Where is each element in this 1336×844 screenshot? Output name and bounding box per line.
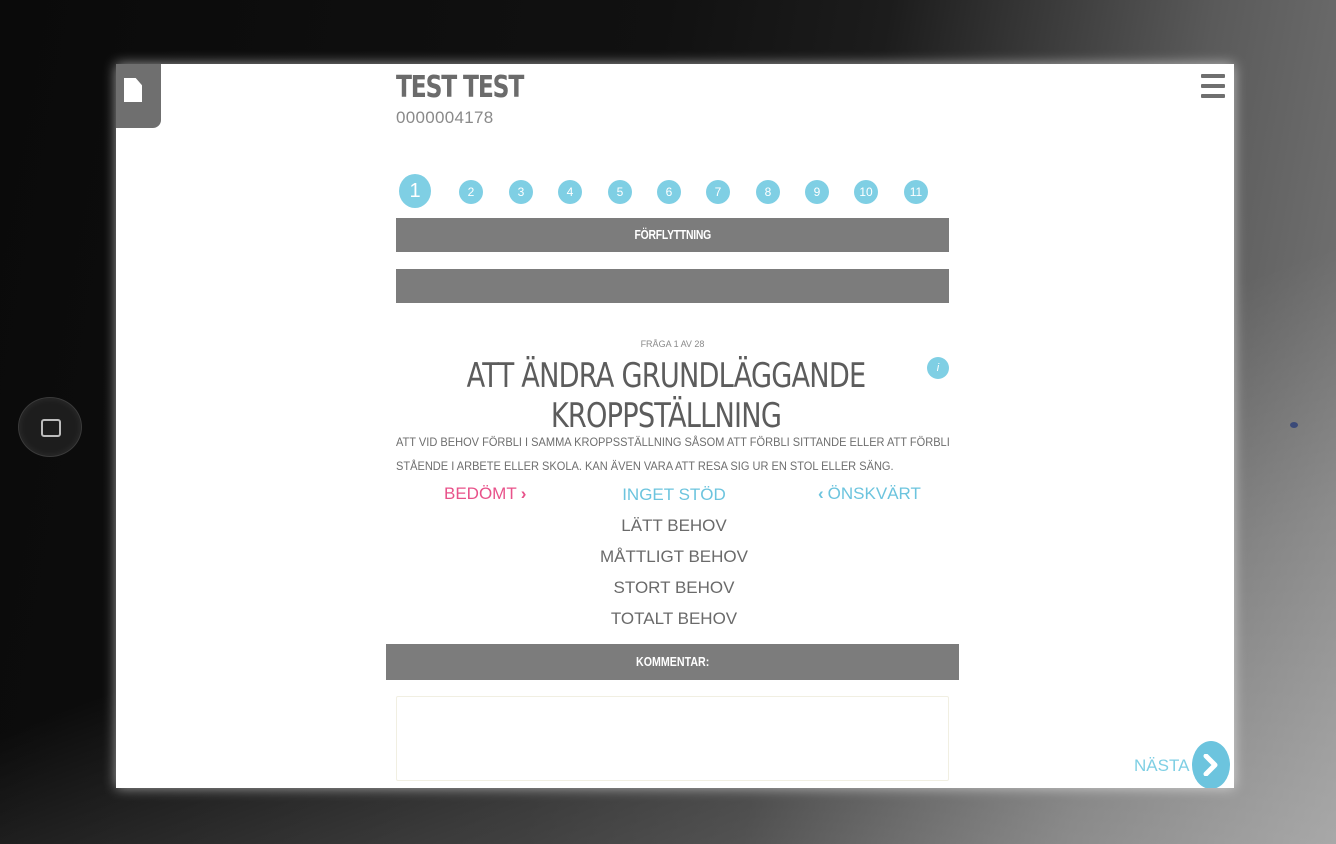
- step-2[interactable]: 2: [459, 180, 483, 204]
- section-subtitle-bar: [396, 269, 949, 303]
- comment-textarea[interactable]: [396, 696, 949, 781]
- option-stort-behov[interactable]: STORT BEHOV: [576, 577, 772, 608]
- next-label[interactable]: NÄSTA: [1134, 756, 1189, 776]
- question-title: ATT ÄNDRA GRUNDLÄGGANDE KROPPSTÄLLNING: [466, 356, 867, 436]
- step-10[interactable]: 10: [854, 180, 878, 204]
- option-mattligt-behov[interactable]: MÅTTLIGT BEHOV: [576, 546, 772, 577]
- step-6[interactable]: 6: [657, 180, 681, 204]
- section-title-bar: FÖRFLYTTNING: [396, 218, 949, 252]
- chevron-right-icon: ›: [520, 484, 527, 503]
- description-line-2: STÅENDE I ARBETE ELLER SKOLA. KAN ÄVEN V…: [396, 459, 894, 473]
- desired-label: ÖNSKVÄRT: [827, 484, 921, 503]
- document-button[interactable]: [116, 64, 161, 128]
- tablet-frame: TEST TEST 0000004178 1 2 3 4 5 6 7 8 9 1…: [0, 0, 1336, 844]
- desired-column-header: ‹ ÖNSKVÄRT: [818, 484, 921, 504]
- home-button[interactable]: [18, 397, 82, 457]
- info-icon[interactable]: i: [927, 357, 949, 379]
- step-4[interactable]: 4: [558, 180, 582, 204]
- next-button[interactable]: [1192, 741, 1230, 788]
- step-1[interactable]: 1: [399, 174, 431, 208]
- description-line-1: ATT VID BEHOV FÖRBLI I SAMMA KROPPSSTÄLL…: [396, 435, 950, 449]
- hamburger-menu-icon[interactable]: [1201, 74, 1225, 102]
- camera-icon: [1290, 422, 1298, 428]
- question-counter: FRÅGA 1 AV 28: [640, 339, 705, 349]
- step-11[interactable]: 11: [904, 180, 928, 204]
- app-screen: TEST TEST 0000004178 1 2 3 4 5 6 7 8 9 1…: [116, 64, 1234, 788]
- question-title-wrap: ATT ÄNDRA GRUNDLÄGGANDE KROPPSTÄLLNING: [366, 356, 966, 436]
- step-9[interactable]: 9: [805, 180, 829, 204]
- section-title: FÖRFLYTTNING: [634, 227, 711, 242]
- step-7[interactable]: 7: [706, 180, 730, 204]
- option-totalt-behov[interactable]: TOTALT BEHOV: [576, 608, 772, 639]
- question-description: ATT VID BEHOV FÖRBLI I SAMMA KROPPSSTÄLL…: [396, 430, 956, 478]
- chevron-left-icon: ‹: [818, 484, 824, 503]
- comment-label: KOMMENTAR:: [635, 654, 710, 669]
- assessed-label: BEDÖMT: [444, 484, 517, 503]
- assessed-column-header: BEDÖMT ›: [444, 484, 526, 504]
- option-inget-stod[interactable]: INGET STÖD: [576, 484, 772, 515]
- assessment-options: INGET STÖD LÄTT BEHOV MÅTTLIGT BEHOV STO…: [576, 484, 772, 639]
- home-square-icon: [41, 419, 61, 437]
- chevron-right-icon: [1203, 754, 1218, 776]
- step-5[interactable]: 5: [608, 180, 632, 204]
- comment-header-bar: KOMMENTAR:: [386, 644, 959, 680]
- document-icon: [124, 78, 142, 102]
- step-8[interactable]: 8: [756, 180, 780, 204]
- option-latt-behov[interactable]: LÄTT BEHOV: [576, 515, 772, 546]
- step-3[interactable]: 3: [509, 180, 533, 204]
- patient-id: 0000004178: [396, 108, 494, 127]
- patient-name: TEST TEST: [396, 70, 524, 105]
